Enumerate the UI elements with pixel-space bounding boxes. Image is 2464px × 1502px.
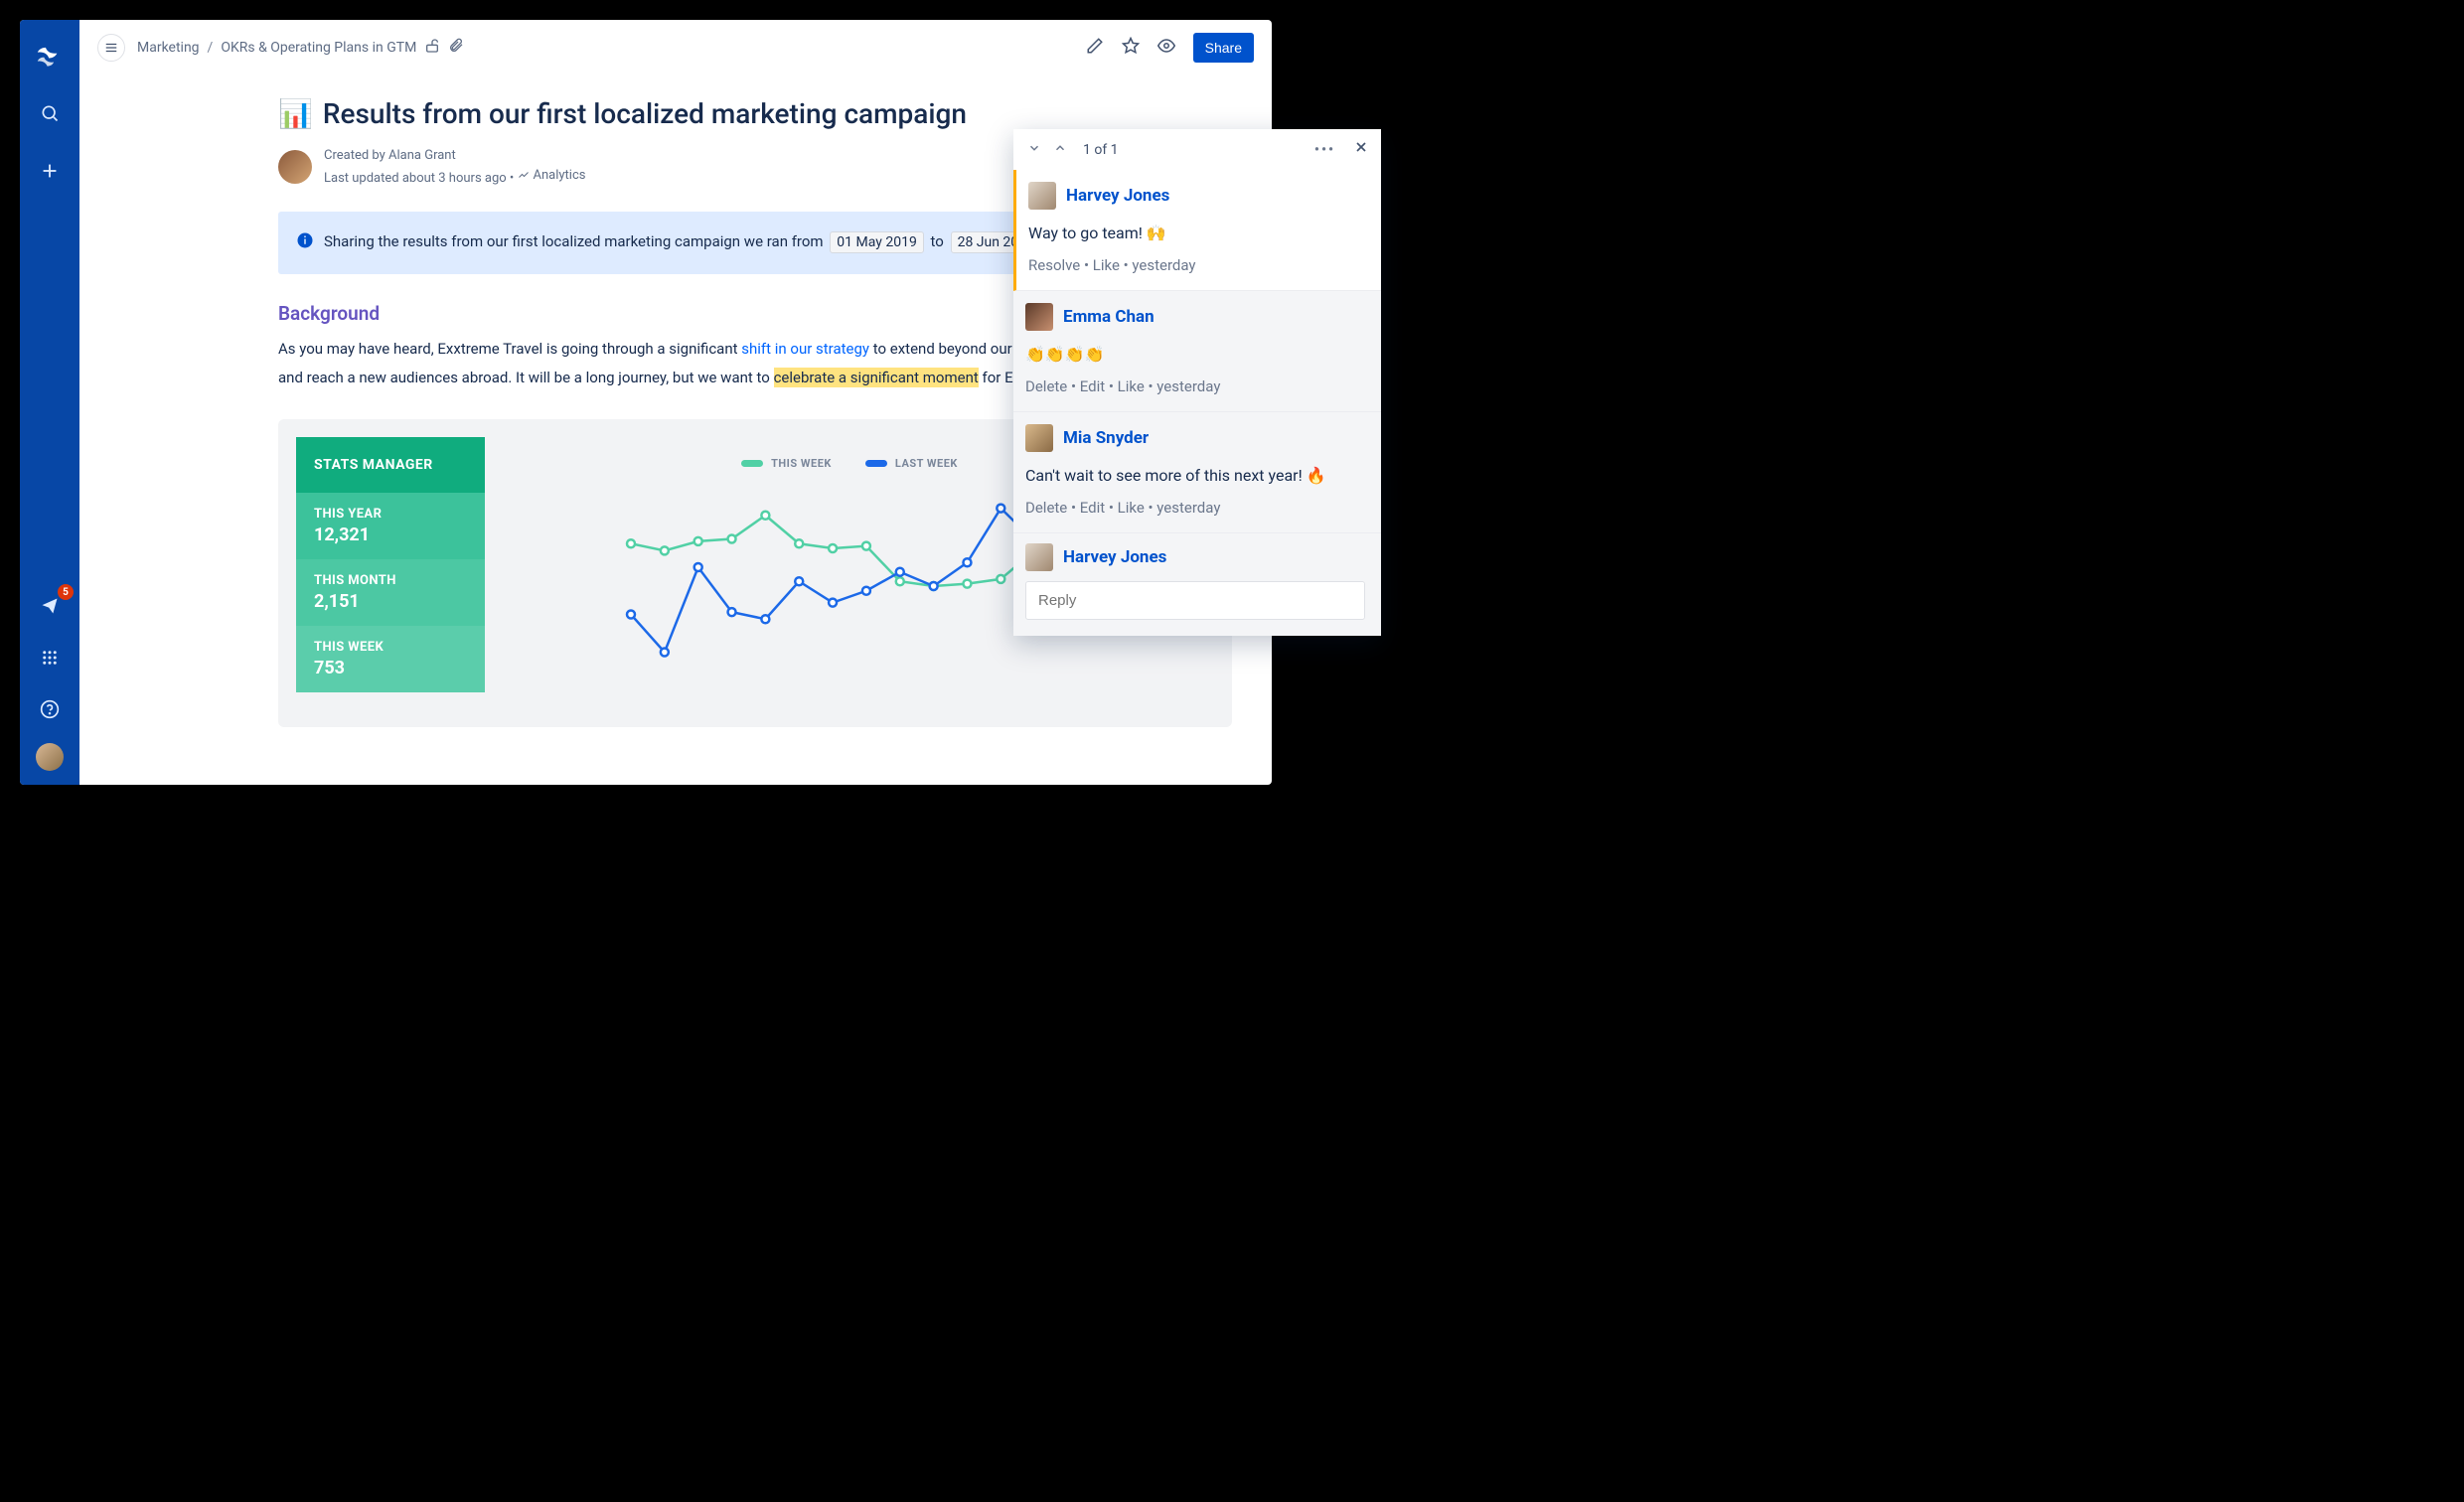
bar-chart-emoji-icon: 📊	[278, 97, 313, 130]
comment-body: 👏👏👏👏	[1025, 345, 1365, 364]
profile-avatar[interactable]	[36, 743, 64, 771]
analytics-link[interactable]: Analytics	[518, 166, 586, 186]
comment-list: Harvey Jones Way to go team! 🙌 Resolve •…	[1013, 170, 1381, 636]
comment-body: Can't wait to see more of this next year…	[1025, 466, 1365, 485]
last-updated: Last updated about 3 hours ago	[324, 170, 507, 185]
chevron-down-icon[interactable]	[1025, 141, 1043, 159]
watch-icon[interactable]	[1157, 37, 1175, 59]
chevron-up-icon[interactable]	[1051, 141, 1069, 159]
search-icon[interactable]	[32, 95, 68, 131]
strategy-link[interactable]: shift in our strategy	[741, 340, 869, 358]
help-icon[interactable]	[32, 691, 68, 727]
app-switcher-icon[interactable]	[32, 640, 68, 676]
breadcrumb-root[interactable]: Marketing	[137, 40, 200, 56]
notification-badge: 5	[58, 584, 74, 600]
stats-sidebar: STATS MANAGER THIS YEAR 12,321 THIS MONT…	[296, 437, 485, 709]
stats-row: THIS MONTH 2,151	[296, 559, 485, 626]
comment-item[interactable]: Mia Snyder Can't wait to see more of thi…	[1013, 412, 1381, 533]
star-icon[interactable]	[1122, 37, 1140, 59]
comment-avatar[interactable]	[1025, 303, 1053, 331]
comment-actions[interactable]: Delete • Edit • Like • yesterday	[1025, 499, 1365, 517]
reply-avatar[interactable]	[1025, 543, 1053, 571]
close-icon[interactable]	[1353, 139, 1369, 160]
comment-author[interactable]: Harvey Jones	[1066, 186, 1169, 206]
comment-counter: 1 of 1	[1083, 142, 1119, 158]
reply-section: Harvey Jones	[1013, 533, 1381, 636]
comment-actions[interactable]: Resolve • Like • yesterday	[1028, 256, 1365, 274]
info-panel-text: Sharing the results from our first local…	[324, 227, 1122, 259]
comment-author[interactable]: Emma Chan	[1063, 307, 1155, 327]
highlighted-text[interactable]: celebrate a significant moment	[774, 368, 979, 387]
reply-input[interactable]	[1025, 581, 1365, 620]
comment-actions[interactable]: Delete • Edit • Like • yesterday	[1025, 377, 1365, 395]
comment-avatar[interactable]	[1025, 424, 1053, 452]
comment-item[interactable]: Emma Chan 👏👏👏👏 Delete • Edit • Like • ye…	[1013, 291, 1381, 412]
attachment-icon[interactable]	[448, 38, 464, 58]
topbar: Marketing / OKRs & Operating Plans in GT…	[79, 20, 1272, 75]
date-chip: 01 May 2019	[830, 231, 924, 253]
more-menu-icon[interactable]: •••	[1314, 142, 1335, 158]
breadcrumb-separator: /	[208, 40, 214, 56]
comment-author[interactable]: Mia Snyder	[1063, 428, 1149, 448]
sidebar-toggle-icon[interactable]	[97, 34, 125, 62]
share-button[interactable]: Share	[1193, 33, 1254, 63]
notifications-icon[interactable]: 5	[32, 588, 68, 624]
app-logo-icon[interactable]	[32, 38, 68, 74]
comments-header: 1 of 1 •••	[1013, 129, 1381, 170]
comment-body: Way to go team! 🙌	[1028, 224, 1365, 242]
comment-item[interactable]: Harvey Jones Way to go team! 🙌 Resolve •…	[1013, 170, 1381, 291]
global-nav: 5	[20, 20, 79, 785]
created-by: Created by Alana Grant	[324, 146, 586, 166]
analytics-icon	[518, 169, 530, 181]
legend-swatch	[741, 460, 763, 467]
page-title: 📊 Results from our first localized marke…	[278, 97, 1232, 130]
breadcrumb-page[interactable]: OKRs & Operating Plans in GTM	[221, 40, 416, 56]
create-icon[interactable]	[32, 153, 68, 189]
stats-header: STATS MANAGER	[296, 437, 485, 493]
edit-icon[interactable]	[1086, 37, 1104, 59]
page-title-text: Results from our first localized marketi…	[323, 97, 967, 130]
legend-item: THIS WEEK	[741, 457, 832, 470]
legend-swatch	[865, 460, 887, 467]
stats-row: THIS YEAR 12,321	[296, 493, 485, 559]
reply-author[interactable]: Harvey Jones	[1063, 547, 1166, 567]
legend-item: LAST WEEK	[865, 457, 958, 470]
breadcrumb: Marketing / OKRs & Operating Plans in GT…	[137, 38, 464, 58]
comment-avatar[interactable]	[1028, 182, 1056, 210]
stats-row: THIS WEEK 753	[296, 626, 485, 692]
comments-panel: 1 of 1 ••• Harvey Jones Way to go team! …	[1013, 129, 1381, 636]
info-icon	[296, 230, 314, 259]
author-avatar[interactable]	[278, 150, 312, 184]
restrictions-icon[interactable]	[424, 38, 440, 58]
